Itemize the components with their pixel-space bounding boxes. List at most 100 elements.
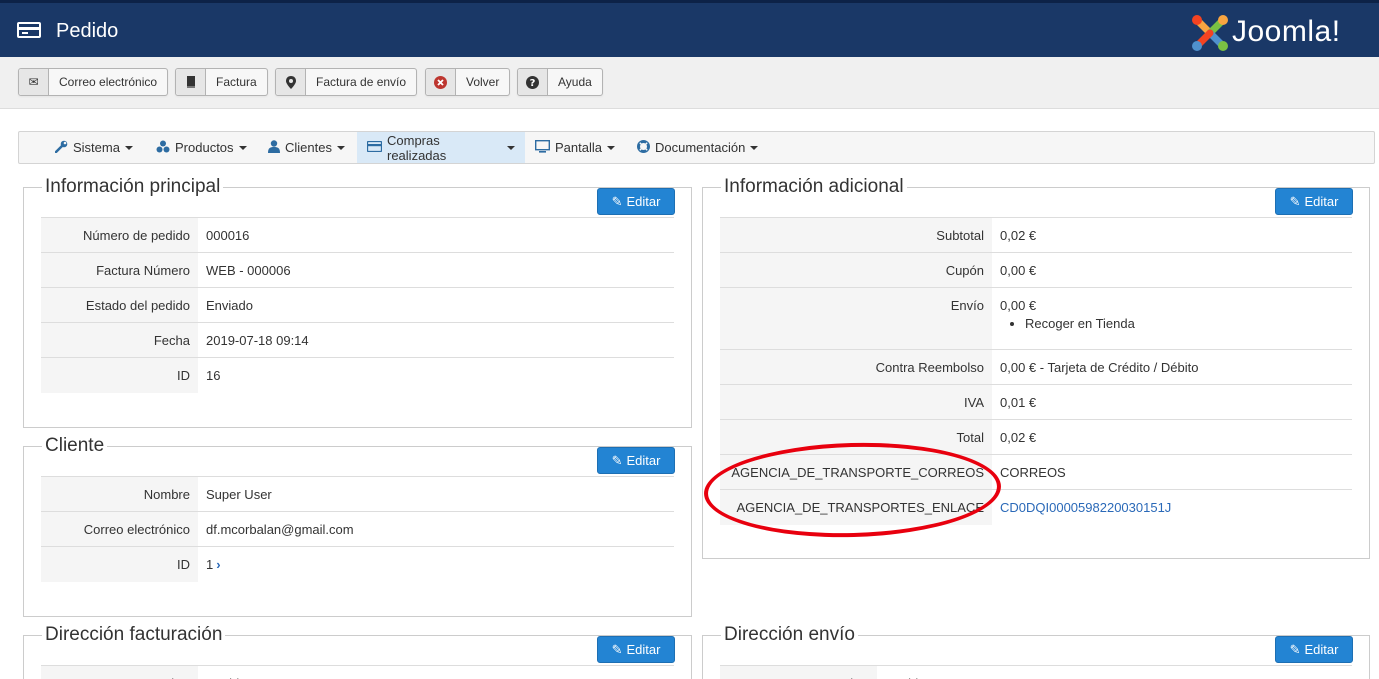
billing-table: NombreDavid	[41, 665, 674, 679]
row-key: Contra Reembolso	[720, 349, 992, 385]
main-info-legend: Información principal	[42, 176, 224, 198]
row-key: Total	[720, 419, 992, 455]
additional-info-table: Subtotal0,02 € Cupón0,00 € Envío0,00 €Re…	[720, 217, 1352, 525]
table-row: Total 0,02 €	[720, 419, 1352, 455]
client-table: Nombre Super User Correo electrónico df.mc…	[41, 476, 674, 582]
row-value: David	[877, 665, 1352, 679]
map-marker-icon	[276, 69, 306, 95]
row-value: CD0DQI0000598220030151J	[992, 489, 1352, 525]
caret-down-icon	[606, 145, 615, 150]
user-icon	[268, 139, 280, 156]
menu-pantalla[interactable]: Pantalla	[525, 132, 625, 163]
row-key: AGENCIA_DE_TRANSPORTE_CORREOS	[720, 454, 992, 490]
caret-down-icon	[124, 145, 133, 150]
row-key: Factura Número	[41, 252, 198, 288]
back-button-label: Volver	[456, 69, 510, 95]
table-row: Fecha 2019-07-18 09:14	[41, 322, 674, 358]
client-edit-button[interactable]: ✎ Editar	[597, 447, 675, 474]
edit-label: Editar	[626, 642, 661, 657]
row-value: 000016	[198, 217, 674, 253]
row-value: 2019-07-18 09:14	[198, 322, 674, 358]
row-key: Envío	[720, 287, 992, 350]
joomla-logo-icon	[1192, 15, 1228, 51]
shipping-table: NombreDavid	[720, 665, 1352, 679]
row-value: df.mcorbalan@gmail.com	[198, 511, 674, 547]
header-bar: Pedido Joomla!	[0, 0, 1379, 57]
table-row: Factura Número WEB - 000006	[41, 252, 674, 288]
table-row: Envío 0,00 € Recoger en Tienda	[720, 287, 1352, 350]
billing-address-panel: Dirección facturación ✎Editar NombreDavi…	[23, 624, 692, 679]
table-row: NombreDavid	[41, 665, 674, 679]
client-legend: Cliente	[42, 435, 108, 457]
menu-pantalla-label: Pantalla	[555, 140, 602, 155]
edit-label: Editar	[626, 453, 661, 468]
invoice-button-label: Factura	[206, 69, 267, 95]
menu-documentacion-label: Documentación	[655, 140, 746, 155]
page-title: Pedido	[56, 20, 119, 42]
invoice-button[interactable]: Factura	[175, 68, 268, 96]
edit-label: Editar	[626, 194, 661, 209]
menu-compras-realizadas-label: Compras realizadas	[387, 132, 447, 163]
row-key: AGENCIA_DE_TRANSPORTES_ENLACE	[720, 489, 992, 525]
table-row: Subtotal 0,02 €	[720, 217, 1352, 253]
row-value: CORREOS	[992, 454, 1352, 490]
help-button-label: Ayuda	[548, 69, 602, 95]
pencil-icon: ✎	[1289, 641, 1301, 657]
menu-compras-realizadas[interactable]: Compras realizadas	[357, 132, 525, 163]
question-circle-icon: ?	[518, 69, 548, 95]
table-row: ID 16	[41, 357, 674, 393]
cancel-circle-icon	[426, 69, 456, 95]
cubes-icon	[156, 140, 170, 156]
monitor-icon	[534, 139, 551, 156]
pencil-icon: ✎	[611, 193, 623, 209]
help-button[interactable]: ? Ayuda	[517, 68, 603, 96]
pencil-icon: ✎	[611, 452, 623, 468]
shipping-invoice-button[interactable]: Factura de envío	[275, 68, 418, 96]
shipping-address-panel: Dirección envío ✎Editar NombreDavid	[702, 624, 1370, 679]
admin-menu: Sistema Productos Clientes Compras reali…	[18, 131, 1375, 164]
row-value: 16	[198, 357, 674, 393]
table-row: AGENCIA_DE_TRANSPORTE_CORREOS CORREOS	[720, 454, 1352, 490]
shipping-address-legend: Dirección envío	[721, 624, 858, 646]
table-row: Correo electrónico df.mcorbalan@gmail.com	[41, 511, 674, 547]
tracking-link[interactable]: CD0DQI0000598220030151J	[1000, 500, 1171, 515]
email-button[interactable]: ✉ Correo electrónico	[18, 68, 169, 96]
row-key: Correo electrónico	[41, 511, 198, 547]
table-row: Estado del pedido Enviado	[41, 287, 674, 323]
back-button[interactable]: Volver	[425, 68, 511, 96]
table-row: AGENCIA_DE_TRANSPORTES_ENLACE CD0DQI00005…	[720, 489, 1352, 525]
row-value: David	[198, 665, 674, 679]
menu-documentacion[interactable]: Documentación	[627, 132, 768, 163]
caret-down-icon	[238, 145, 247, 150]
row-key: Nombre	[720, 665, 877, 679]
shipping-edit-button[interactable]: ✎ Editar	[1275, 636, 1353, 663]
table-row: Contra Reembolso 0,00 € - Tarjeta de Créd…	[720, 349, 1352, 385]
main-info-edit-button[interactable]: ✎ Editar	[597, 188, 675, 215]
client-id-cell[interactable]: 1 ›	[198, 546, 674, 582]
table-row: Cupón 0,00 €	[720, 252, 1352, 288]
row-value: 0,00 € Recoger en Tienda	[992, 287, 1352, 350]
envelope-icon: ✉	[19, 69, 49, 95]
additional-info-edit-button[interactable]: ✎ Editar	[1275, 188, 1353, 215]
pencil-icon: ✎	[1289, 193, 1301, 209]
shipping-invoice-button-label: Factura de envío	[306, 69, 417, 95]
caret-down-icon	[507, 145, 515, 150]
menu-productos[interactable]: Productos	[146, 132, 257, 163]
row-value: 0,01 €	[992, 384, 1352, 420]
toolbar: ✉ Correo electrónico Factura Factura de …	[0, 57, 1379, 109]
menu-sistema[interactable]: Sistema	[45, 132, 143, 163]
row-value: Super User	[198, 476, 674, 512]
credit-card-icon	[366, 140, 383, 155]
row-key: Estado del pedido	[41, 287, 198, 323]
row-key: Fecha	[41, 322, 198, 358]
menu-clientes[interactable]: Clientes	[258, 132, 355, 163]
row-value: 0,02 €	[992, 419, 1352, 455]
menu-clientes-label: Clientes	[285, 140, 332, 155]
shipping-method-list: Recoger en Tienda	[1025, 316, 1352, 331]
menu-sistema-label: Sistema	[73, 140, 120, 155]
row-value: WEB - 000006	[198, 252, 674, 288]
billing-address-legend: Dirección facturación	[42, 624, 226, 646]
billing-edit-button[interactable]: ✎ Editar	[597, 636, 675, 663]
chevron-right-icon[interactable]: ›	[216, 557, 220, 572]
row-key: ID	[41, 546, 198, 582]
